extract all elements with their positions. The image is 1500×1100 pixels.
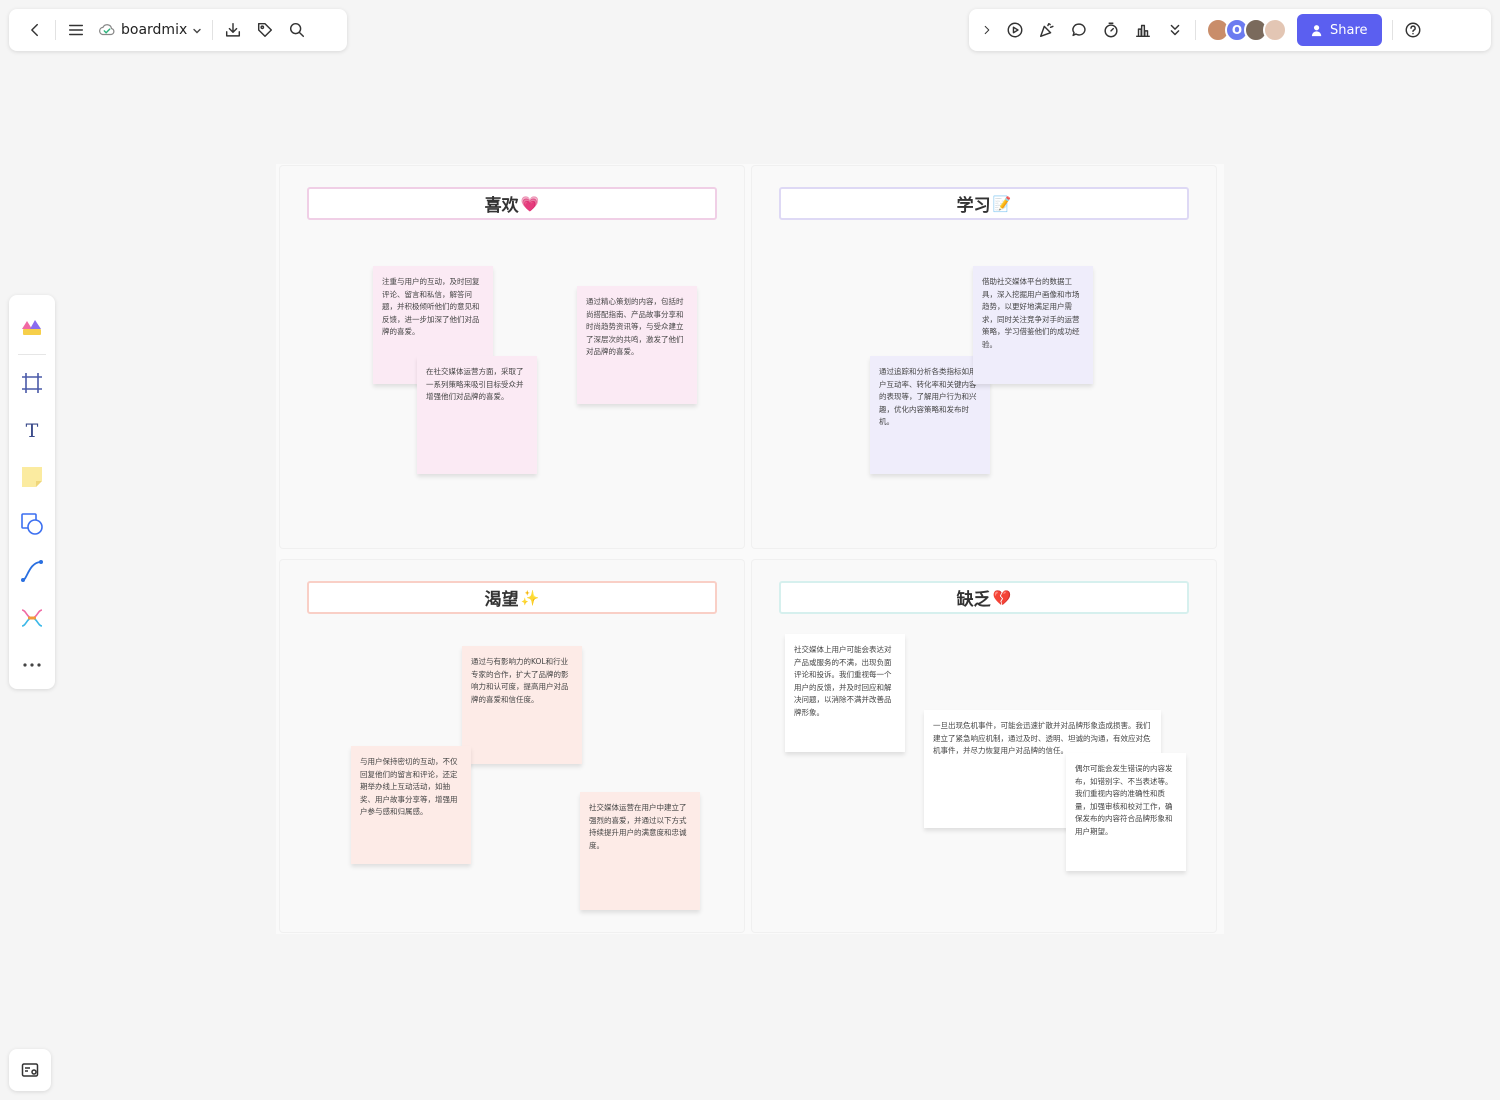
quadrant-lack[interactable]: 缺乏 💔 社交媒体上用户可能会表达对产品或服务的不满，出现负面评论和投诉。我们重… <box>752 560 1216 932</box>
collaborators[interactable]: O <box>1206 18 1287 42</box>
more-tools-icon[interactable] <box>14 648 50 683</box>
quadrant-title-text: 学习 <box>956 196 991 216</box>
celebrate-icon[interactable] <box>1031 14 1063 46</box>
divider <box>1391 20 1393 40</box>
quadrant-title-text: 缺乏 <box>956 590 991 610</box>
quadrant-title-text: 喜欢 <box>484 196 519 216</box>
expand-chevron-icon[interactable] <box>975 14 999 46</box>
quadrant-title[interactable]: 喜欢 💗 <box>307 187 717 220</box>
top-left-toolbar: boardmix <box>9 9 347 51</box>
back-icon[interactable] <box>19 14 51 46</box>
cloud-saved-icon <box>99 24 115 36</box>
quadrant-title[interactable]: 渴望 ✨ <box>307 581 717 614</box>
heart-emoji-icon: 💗 <box>520 194 540 213</box>
memo-emoji-icon: 📝 <box>992 194 1012 213</box>
tag-icon[interactable] <box>249 14 281 46</box>
divider <box>212 20 214 40</box>
sticky-note[interactable]: 通过追踪和分析各类指标如用户互动率、转化率和关键内容的表现等，了解用户行为和兴趣… <box>870 356 990 474</box>
sticky-note-icon[interactable] <box>14 459 50 494</box>
broken-heart-emoji-icon: 💔 <box>992 588 1012 607</box>
sticky-note[interactable]: 偶尔可能会发生错误的内容发布，如错别字、不当表述等。我们重视内容的准确性和质量，… <box>1066 753 1186 871</box>
sticky-note[interactable]: 与用户保持密切的互动，不仅回复他们的留言和评论，还定期举办线上互动活动，如抽奖、… <box>351 746 471 864</box>
quadrant-like[interactable]: 喜欢 💗 注重与用户的互动，及时回复评论、留言和私信，解答问题，并积极倾听他们的… <box>280 166 744 548</box>
timer-icon[interactable] <box>1095 14 1127 46</box>
help-icon[interactable] <box>1397 14 1429 46</box>
canvas-board[interactable]: 喜欢 💗 注重与用户的互动，及时回复评论、留言和私信，解答问题，并积极倾听他们的… <box>276 164 1224 934</box>
svg-text:T: T <box>26 420 39 442</box>
quadrant-desire[interactable]: 渴望 ✨ 通过与有影响力的KOL和行业专家的合作，扩大了品牌的影响力和认可度，提… <box>280 560 744 932</box>
divider <box>18 354 46 356</box>
sticky-note[interactable]: 通过与有影响力的KOL和行业专家的合作，扩大了品牌的影响力和认可度，提高用户对品… <box>462 646 582 764</box>
download-icon[interactable] <box>217 14 249 46</box>
divider <box>1195 20 1196 40</box>
sticky-note[interactable]: 社交媒体上用户可能会表达对产品或服务的不满，出现负面评论和投诉。我们重视每一个用… <box>785 634 905 752</box>
search-icon[interactable] <box>281 14 313 46</box>
more-chevrons-icon[interactable] <box>1159 14 1191 46</box>
share-button[interactable]: Share <box>1297 14 1382 46</box>
top-right-toolbar: O Share <box>969 9 1491 51</box>
minimap-toggle-icon[interactable] <box>9 1049 51 1091</box>
sticky-note[interactable]: 在社交媒体运营方面，采取了一系列策略来吸引目标受众并增强他们对品牌的喜爱。 <box>417 356 537 474</box>
sparkles-emoji-icon: ✨ <box>520 588 540 607</box>
frame-icon[interactable] <box>14 365 50 400</box>
file-name: boardmix <box>121 22 188 38</box>
quadrant-learn[interactable]: 学习 📝 通过追踪和分析各类指标如用户互动率、转化率和关键内容的表现等，了解用户… <box>752 166 1216 548</box>
sticky-note[interactable]: 社交媒体运营在用户中建立了强烈的喜爱，并通过以下方式持续提升用户的满意度和忠诚度… <box>580 792 700 910</box>
chevron-down-icon <box>192 21 202 40</box>
menu-icon[interactable] <box>60 14 92 46</box>
comment-icon[interactable] <box>1063 14 1095 46</box>
divider <box>55 20 56 40</box>
shape-icon[interactable] <box>14 506 50 541</box>
file-name-dropdown[interactable]: boardmix <box>92 14 208 46</box>
quadrant-title-text: 渴望 <box>484 590 519 610</box>
avatar[interactable] <box>1263 18 1287 42</box>
vote-icon[interactable] <box>1127 14 1159 46</box>
quadrant-title[interactable]: 缺乏 💔 <box>779 581 1189 614</box>
share-label: Share <box>1330 22 1368 38</box>
user-add-icon <box>1311 24 1322 36</box>
presentation-play-icon[interactable] <box>999 14 1031 46</box>
left-toolbar: T <box>9 295 55 689</box>
connector-icon[interactable] <box>14 554 50 589</box>
sticky-note[interactable]: 通过精心策划的内容，包括时尚搭配指南、产品故事分享和时尚趋势资讯等，与受众建立了… <box>577 286 697 404</box>
templates-icon[interactable] <box>14 309 50 344</box>
sticky-note[interactable]: 借助社交媒体平台的数据工具，深入挖掘用户画像和市场趋势，以更好地满足用户需求，同… <box>973 266 1093 384</box>
text-icon[interactable]: T <box>14 412 50 447</box>
quadrant-title[interactable]: 学习 📝 <box>779 187 1189 220</box>
mindmap-icon[interactable] <box>14 601 50 636</box>
